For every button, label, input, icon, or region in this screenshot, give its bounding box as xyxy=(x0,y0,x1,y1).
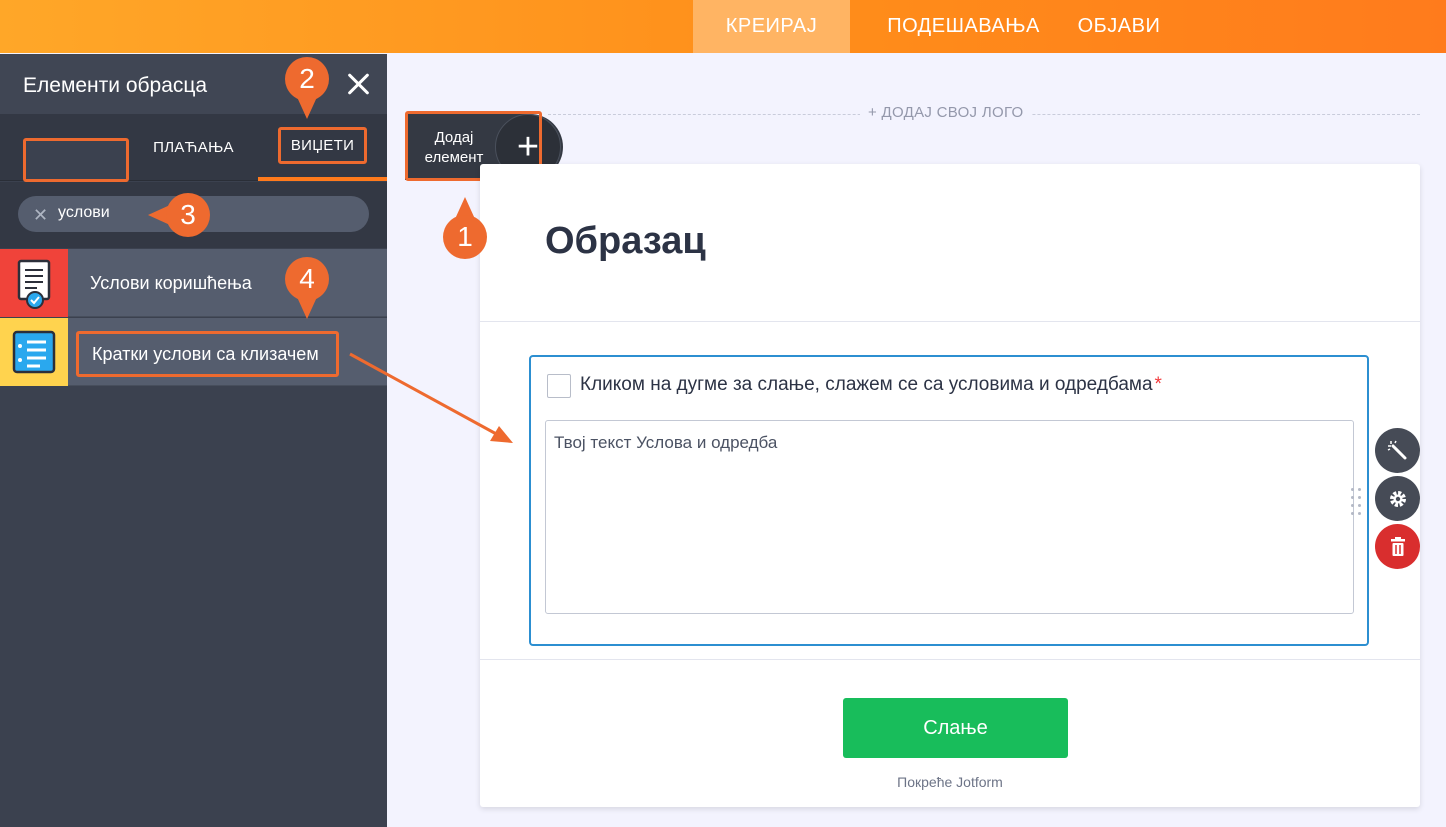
drag-handle-icon[interactable] xyxy=(1349,488,1363,516)
tab-build[interactable]: КРЕИРАЈ xyxy=(693,0,850,53)
callout-marker-1: 1 xyxy=(443,215,487,259)
form-card: Образац Кликом на дугме за слање, слажем… xyxy=(480,164,1420,807)
clear-search-icon[interactable]: ✕ xyxy=(33,205,48,226)
tab-publish[interactable]: ОБЈАВИ xyxy=(1077,0,1161,53)
required-mark: * xyxy=(1154,374,1162,395)
submit-button[interactable]: Слање xyxy=(843,698,1068,758)
tab-settings[interactable]: ПОДЕШАВАЊА xyxy=(850,0,1077,53)
field-label-text: Кликом на дугме за слање, слажем се са у… xyxy=(580,374,1153,395)
close-icon[interactable] xyxy=(342,68,374,100)
trash-icon[interactable] xyxy=(1375,524,1420,569)
form-title[interactable]: Образац xyxy=(545,220,706,263)
field-label: Кликом на дугме за слање, слажем се са у… xyxy=(580,374,1162,396)
terms-field[interactable]: Кликом на дугме за слање, слажем се са у… xyxy=(529,355,1369,646)
callout-marker-2: 2 xyxy=(285,57,329,101)
list-item-label: Кратки услови са клизачем xyxy=(92,344,319,364)
list-item-terms-of-use[interactable]: Услови коришћења xyxy=(0,249,387,317)
callout-marker-3: 3 xyxy=(166,193,210,237)
tab-widgets-label: ВИЏЕТИ xyxy=(277,127,368,164)
panel-header: Елементи обрасца xyxy=(0,54,387,114)
powered-by-text: Покреће Jotform xyxy=(897,774,1003,790)
tab-widgets[interactable]: ВИЏЕТИ xyxy=(258,114,387,181)
terms-text: Твој текст Услова и одредба xyxy=(554,433,778,452)
search-value[interactable]: услови xyxy=(58,204,110,222)
magic-wand-icon[interactable] xyxy=(1375,428,1420,473)
highlight-box: Кратки услови са клизачем xyxy=(76,331,339,377)
document-check-icon xyxy=(0,249,68,317)
divider xyxy=(480,659,1420,660)
gear-icon[interactable] xyxy=(1375,476,1420,521)
tab-payments[interactable]: ПЛАЋАЊА xyxy=(129,114,258,181)
add-logo-link[interactable]: + ДОДАЈ СВОЈ ЛОГО xyxy=(860,104,1032,121)
divider xyxy=(480,321,1420,322)
list-item-label: Услови коришћења xyxy=(90,273,252,293)
list-item-short-terms-slider[interactable]: Кратки услови са клизачем xyxy=(0,318,387,386)
agree-checkbox[interactable] xyxy=(547,374,571,398)
terms-textarea[interactable]: Твој текст Услова и одредба xyxy=(545,420,1354,614)
top-bar: КРЕИРАЈ ПОДЕШАВАЊА ОБЈАВИ xyxy=(0,0,1446,53)
top-nav: КРЕИРАЈ ПОДЕШАВАЊА ОБЈАВИ xyxy=(693,0,1161,53)
callout-marker-4: 4 xyxy=(285,257,329,301)
panel-title: Елементи обрасца xyxy=(23,74,208,97)
search-highlight xyxy=(23,138,129,182)
numbered-list-icon xyxy=(0,318,68,386)
